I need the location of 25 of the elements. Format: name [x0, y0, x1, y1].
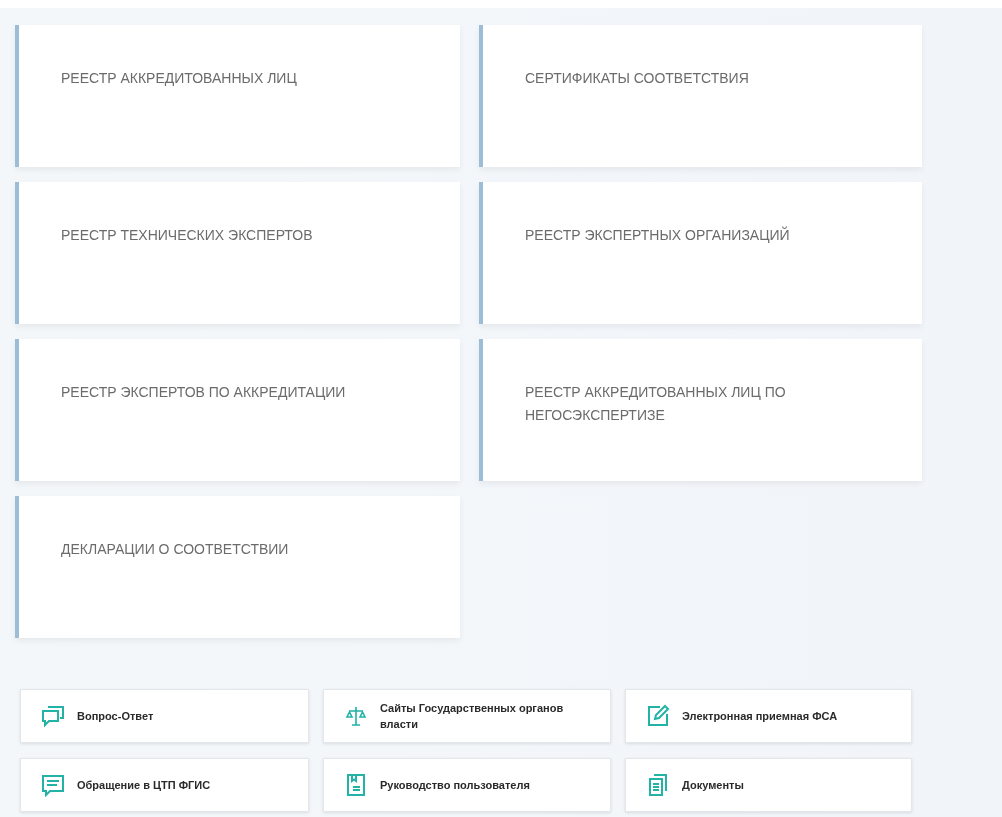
link-label: Документы: [682, 778, 744, 793]
link-button[interactable]: Обращение в ЦТП ФГИС: [20, 758, 309, 812]
registry-card[interactable]: РЕЕСТР АККРЕДИТОВАННЫХ ЛИЦ ПО НЕГОСЭКСПЕРТИЗЕ: [479, 339, 922, 481]
link-button[interactable]: Документы: [625, 758, 912, 812]
link-label: Сайты Государственных органов власти: [380, 701, 565, 732]
link-label: Обращение в ЦТП ФГИС: [77, 778, 211, 793]
scales-icon: [344, 704, 368, 728]
manual-icon: [344, 773, 368, 797]
registry-card[interactable]: ДЕКЛАРАЦИИ О СООТВЕТСТВИИ: [15, 496, 460, 638]
registry-card[interactable]: СЕРТИФИКАТЫ СООТВЕТСТВИЯ: [479, 25, 922, 167]
link-button[interactable]: Электронная приемная ФСА: [625, 689, 912, 743]
message-icon: [41, 773, 65, 797]
link-button[interactable]: Руководство пользователя: [323, 758, 611, 812]
chat-bubbles-icon: [41, 704, 65, 728]
registry-card[interactable]: РЕЕСТР ЭКСПЕРТОВ ПО АККРЕДИТАЦИИ: [15, 339, 460, 481]
link-label: Вопрос-Ответ: [77, 709, 154, 724]
link-label: Руководство пользователя: [380, 778, 530, 793]
pencil-square-icon: [646, 704, 670, 728]
link-button[interactable]: Сайты Государственных органов власти: [323, 689, 611, 743]
link-button[interactable]: Вопрос-Ответ: [20, 689, 309, 743]
registry-card[interactable]: РЕЕСТР АККРЕДИТОВАННЫХ ЛИЦ: [15, 25, 460, 167]
registry-card[interactable]: РЕЕСТР ЭКСПЕРТНЫХ ОРГАНИЗАЦИЙ: [479, 182, 922, 324]
link-label: Электронная приемная ФСА: [682, 709, 838, 724]
registry-card[interactable]: РЕЕСТР ТЕХНИЧЕСКИХ ЭКСПЕРТОВ: [15, 182, 460, 324]
documents-icon: [646, 773, 670, 797]
